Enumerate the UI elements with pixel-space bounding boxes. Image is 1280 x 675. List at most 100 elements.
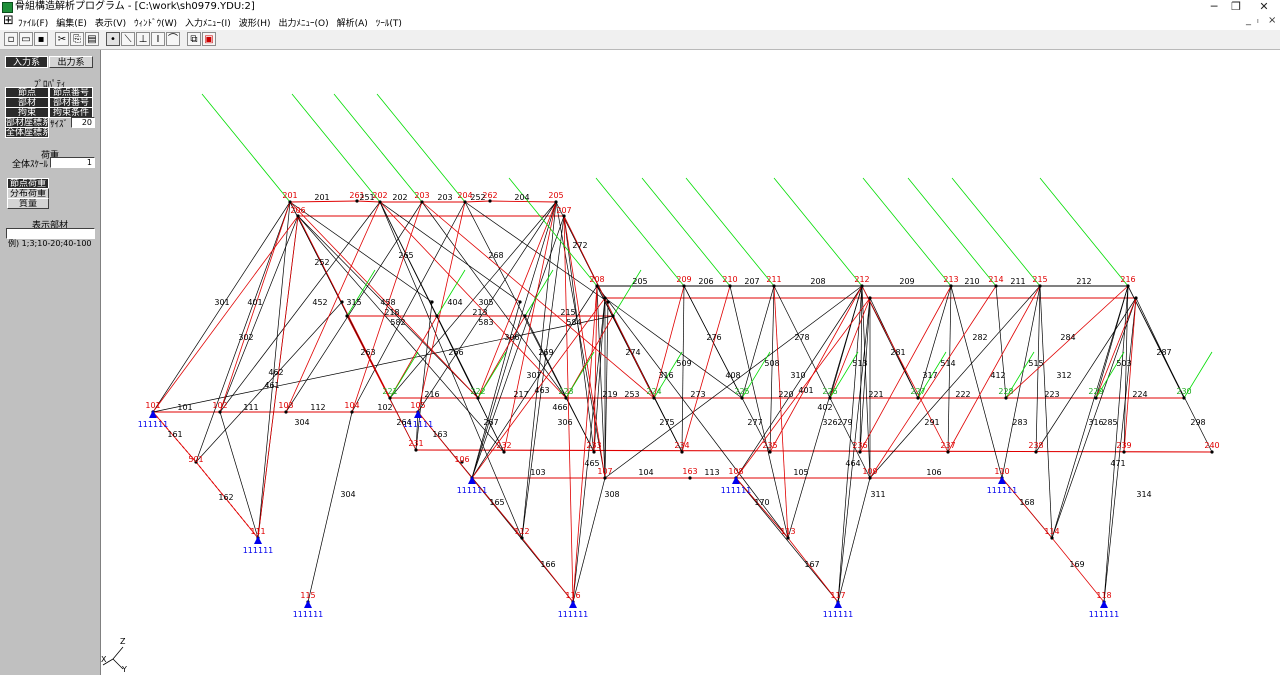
support-tool-icon[interactable]: ⊥ (136, 32, 150, 46)
node-point[interactable] (414, 448, 418, 452)
selected-member[interactable] (503, 201, 557, 453)
selected-member[interactable] (1095, 297, 1137, 399)
node-point[interactable] (603, 476, 607, 480)
node-point[interactable] (688, 476, 692, 480)
menu-item-6[interactable]: 出力ﾒﾆｭｰ(O) (279, 16, 329, 29)
support-icon[interactable] (834, 600, 842, 608)
selected-member[interactable] (869, 285, 997, 479)
node-point[interactable] (435, 314, 439, 318)
diagonal-member[interactable] (917, 285, 952, 399)
mdi-minimize-button[interactable]: _ (1246, 15, 1251, 26)
node-point[interactable] (786, 536, 790, 540)
node-point[interactable] (518, 300, 522, 304)
mdi-grid-icon[interactable]: ⊞ (3, 14, 15, 27)
open-file-icon[interactable]: ▭ (19, 32, 33, 46)
selected-member[interactable] (769, 285, 863, 453)
node-point[interactable] (682, 284, 686, 288)
node-point[interactable] (1134, 296, 1138, 300)
output-tab[interactable]: 出力系 (49, 56, 93, 68)
diagonal-member[interactable] (950, 285, 1003, 479)
window-frame-icon[interactable]: ▣ (202, 32, 216, 46)
node-point[interactable] (388, 396, 392, 400)
scale-input[interactable]: 1 (50, 157, 95, 168)
node-point[interactable] (611, 314, 615, 318)
node-point[interactable] (420, 200, 424, 204)
menu-item-0[interactable]: ﾌｧｲﾙ(F) (18, 16, 48, 29)
selected-member[interactable] (346, 315, 417, 451)
node-point[interactable] (652, 396, 656, 400)
selected-member[interactable] (859, 285, 952, 453)
node-point[interactable] (994, 284, 998, 288)
node-point[interactable] (1210, 450, 1214, 454)
node-point[interactable] (1122, 450, 1126, 454)
mdi-restore-button[interactable]: ₗ (1257, 15, 1259, 26)
node-point[interactable] (868, 476, 872, 480)
support-icon[interactable] (304, 600, 312, 608)
node-point[interactable] (502, 450, 506, 454)
diagonal-member[interactable] (1051, 285, 1129, 539)
support-icon[interactable] (414, 410, 422, 418)
diagonal-member[interactable] (297, 215, 479, 399)
node-point[interactable] (1050, 536, 1054, 540)
menu-item-1[interactable]: 編集(E) (56, 16, 87, 29)
node-point[interactable] (772, 284, 776, 288)
global-coord-button[interactable]: 全体座標系 (5, 127, 49, 138)
node-point[interactable] (860, 284, 864, 288)
save-file-icon[interactable]: ▪ (34, 32, 48, 46)
node-point[interactable] (592, 450, 596, 454)
structure-canvas[interactable]: 111111 111111 111111 111111 111111 111111 1111… (101, 50, 1280, 675)
diagonal-member[interactable] (604, 285, 863, 479)
node-point[interactable] (564, 396, 568, 400)
input-tab[interactable]: 入力系 (5, 56, 48, 68)
support-icon[interactable] (732, 476, 740, 484)
diagonal-member[interactable] (735, 285, 863, 479)
node-point[interactable] (1182, 396, 1186, 400)
diagonal-member[interactable] (524, 315, 595, 453)
diagonal-member[interactable] (219, 411, 259, 539)
support-icon[interactable] (254, 536, 262, 544)
node-point[interactable] (463, 200, 467, 204)
selected-member[interactable] (563, 215, 606, 479)
diagonal-member[interactable] (683, 285, 771, 453)
mdi-close-button[interactable]: × (1268, 15, 1276, 26)
node-point[interactable] (1038, 284, 1042, 288)
menu-item-2[interactable]: 表示(V) (95, 16, 126, 29)
node-point[interactable] (606, 300, 610, 304)
node-point[interactable] (523, 314, 527, 318)
selected-member[interactable] (947, 285, 1041, 453)
diagonal-member[interactable] (681, 285, 685, 453)
node-point[interactable] (740, 396, 744, 400)
node-point[interactable] (916, 396, 920, 400)
node-point[interactable] (345, 314, 349, 318)
selected-member[interactable] (829, 297, 871, 399)
menu-item-5[interactable]: 波形(H) (239, 16, 271, 29)
mass-button[interactable]: 質量 (7, 198, 49, 209)
node-point[interactable] (768, 450, 772, 454)
selected-member[interactable] (257, 215, 299, 539)
diagonal-member[interactable] (741, 285, 775, 399)
diagonal-member[interactable] (195, 201, 291, 463)
node-point[interactable] (284, 410, 288, 414)
support-icon[interactable] (569, 600, 577, 608)
node-point[interactable] (1126, 284, 1130, 288)
menu-item-4[interactable]: 入力ﾒﾆｭｰ(I) (185, 16, 231, 29)
node-point[interactable] (828, 396, 832, 400)
size-input[interactable]: 20 (71, 117, 95, 128)
node-point[interactable] (520, 536, 524, 540)
diagonal-member[interactable] (995, 285, 1007, 399)
selected-member[interactable] (861, 285, 949, 453)
node-tool-icon[interactable]: • (106, 32, 120, 46)
restore-button[interactable]: ❐ (1222, 0, 1250, 14)
text-tool-icon[interactable]: I (151, 32, 165, 46)
menu-item-8[interactable]: ﾂｰﾙ(T) (376, 16, 402, 29)
cut-icon[interactable]: ✂ (55, 32, 69, 46)
support-icon[interactable] (468, 476, 476, 484)
selected-member[interactable] (681, 285, 731, 453)
diagonal-member[interactable] (219, 215, 299, 413)
node-point[interactable] (554, 200, 558, 204)
node-point[interactable] (430, 300, 434, 304)
diagonal-member[interactable] (1039, 285, 1053, 539)
node-point[interactable] (858, 450, 862, 454)
diagonal-member[interactable] (307, 411, 353, 603)
close-button[interactable]: ✕ (1250, 0, 1278, 14)
